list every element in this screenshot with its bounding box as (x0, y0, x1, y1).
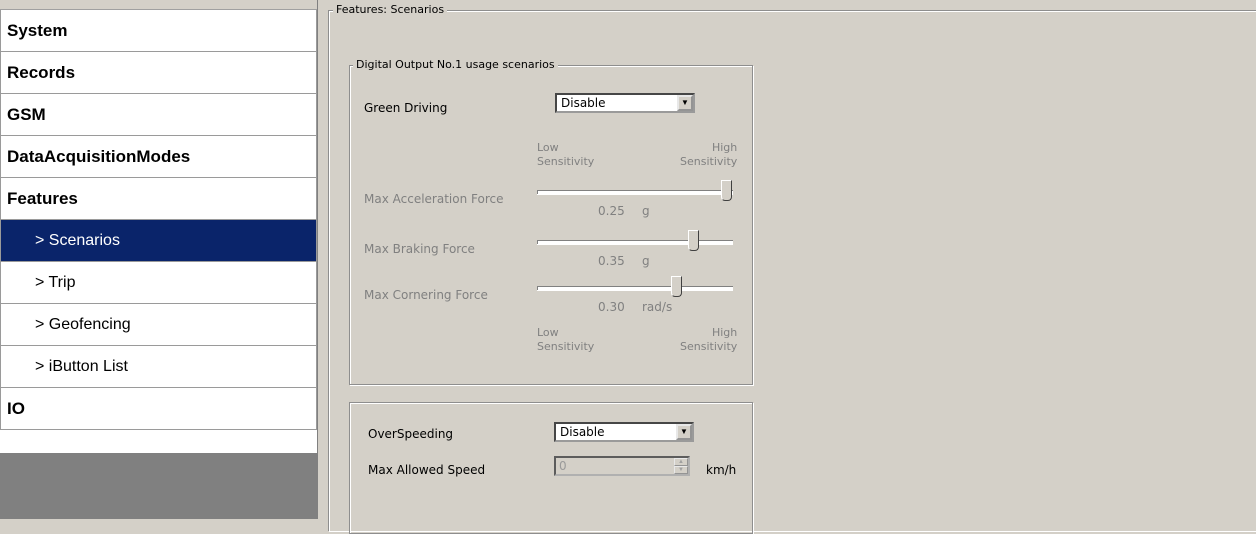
sidebar-item-geofencing[interactable]: > Geofencing (0, 304, 317, 346)
overspeeding-select[interactable]: Disable ▼ (554, 422, 694, 442)
low-sensitivity-top-line1: Low (537, 141, 559, 154)
sidebar-item-label: > Geofencing (35, 315, 131, 333)
overspeeding-select-value: Disable (560, 425, 605, 439)
slider-thumb[interactable] (687, 230, 699, 251)
sidebar-item-label: DataAcquisitionModes (7, 146, 191, 166)
slider-thumb[interactable] (721, 180, 732, 201)
sidebar-item-label: GSM (7, 104, 46, 124)
slider-track[interactable] (537, 240, 733, 244)
sidebar-item-scenarios[interactable]: > Scenarios (0, 220, 317, 262)
spinner-down-icon[interactable]: ▼ (674, 466, 688, 474)
sidebar-item-records[interactable]: Records (0, 52, 317, 94)
sidebar-item-label: Records (7, 62, 76, 82)
max-allowed-speed-spinner[interactable]: 0 ▲ ▼ (554, 456, 690, 476)
low-sensitivity-bottom-line2: Sensitivity (537, 340, 595, 353)
slider-track[interactable] (537, 190, 733, 194)
digital-output-legend: Digital Output No.1 usage scenarios (353, 58, 558, 71)
sidebar-item-data-acquisition-modes[interactable]: DataAcquisitionModes (0, 136, 317, 178)
sidebar-item-trip[interactable]: > Trip (0, 262, 317, 304)
high-sensitivity-top-line1: High (711, 141, 738, 154)
chevron-down-icon[interactable]: ▼ (676, 424, 692, 440)
green-driving-label: Green Driving (364, 101, 448, 115)
sidebar-item-label: > Scenarios (35, 231, 120, 249)
spinner-arrows[interactable]: ▲ ▼ (674, 458, 688, 474)
sidebar-nav: System Records GSM DataAcquisitionModes … (0, 0, 318, 519)
high-sensitivity-bottom: High Sensitivity (680, 326, 737, 354)
sidebar-item-label: System (7, 20, 68, 40)
slider-thumb[interactable] (671, 276, 683, 297)
sidebar-item-label: Features (7, 188, 78, 208)
low-sensitivity-top-line2: Sensitivity (537, 155, 595, 168)
slider-value: 0.35 (598, 254, 625, 268)
high-sensitivity-bottom-line2: Sensitivity (680, 340, 738, 353)
low-sensitivity-top: Low Sensitivity (537, 141, 594, 169)
slider-unit: rad/s (642, 300, 673, 314)
low-sensitivity-bottom-line1: Low (537, 326, 559, 339)
overspeeding-group: OverSpeeding Disable ▼ Max Allowed Speed… (349, 402, 753, 534)
slider-label: Max Braking Force (364, 242, 475, 256)
max-allowed-speed-value: 0 (559, 459, 567, 473)
sidebar-item-features[interactable]: Features (0, 178, 317, 220)
sidebar-item-gsm[interactable]: GSM (0, 94, 317, 136)
green-driving-select[interactable]: Disable ▼ (555, 93, 695, 113)
sidebar-item-label: > Trip (35, 273, 76, 291)
sidebar-item-io[interactable]: IO (0, 388, 317, 430)
slider-value: 0.25 (598, 204, 625, 218)
max-allowed-speed-unit: km/h (706, 463, 737, 477)
features-scenarios-legend: Features: Scenarios (333, 3, 448, 16)
slider-unit: g (642, 204, 650, 218)
slider-label: Max Cornering Force (364, 288, 488, 302)
slider-value: 0.30 (598, 300, 625, 314)
slider-track[interactable] (537, 286, 733, 290)
slider-unit: g (642, 254, 650, 268)
sidebar-item-ibutton-list[interactable]: > iButton List (0, 346, 317, 388)
max-allowed-speed-label: Max Allowed Speed (368, 463, 486, 477)
high-sensitivity-bottom-line1: High (711, 326, 738, 339)
overspeeding-label: OverSpeeding (368, 427, 454, 441)
scenarios-panel: Features: Scenarios Digital Output No.1 … (328, 0, 1256, 534)
low-sensitivity-bottom: Low Sensitivity (537, 326, 594, 354)
high-sensitivity-top-line2: Sensitivity (680, 155, 738, 168)
digital-output-group: Digital Output No.1 usage scenarios Gree… (349, 58, 753, 385)
sidebar-item-label: > iButton List (35, 357, 128, 375)
slider-label: Max Acceleration Force (364, 192, 504, 206)
sidebar-item-label: IO (7, 398, 25, 418)
sidebar-empty-area (0, 453, 317, 519)
high-sensitivity-top: High Sensitivity (680, 141, 737, 169)
sidebar-top-strip (0, 0, 317, 10)
chevron-down-icon[interactable]: ▼ (677, 95, 693, 111)
green-driving-select-value: Disable (561, 96, 606, 110)
sidebar-item-system[interactable]: System (0, 10, 317, 52)
spinner-up-icon[interactable]: ▲ (674, 458, 688, 466)
